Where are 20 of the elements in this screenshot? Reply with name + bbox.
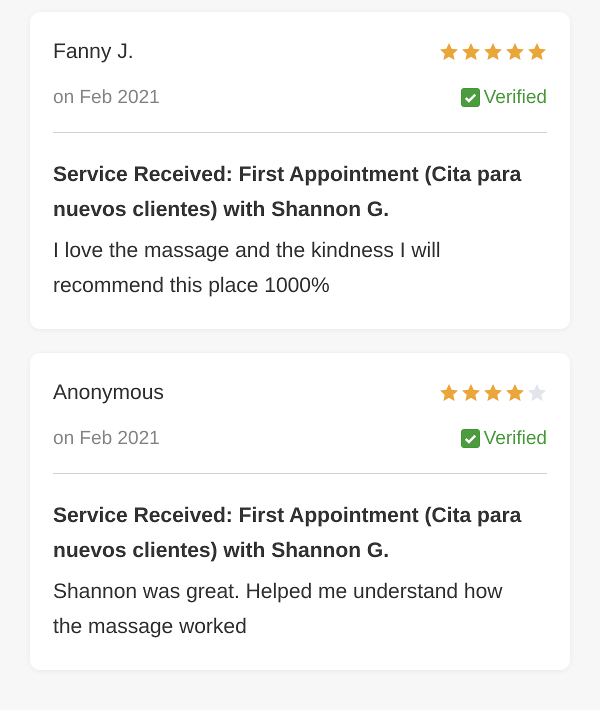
- star-icon: [527, 42, 547, 62]
- review-text: I love the massage and the kindness I will recommend this place 1000%: [53, 238, 442, 299]
- review-date: on Feb 2021: [53, 86, 160, 110]
- star-icon: [483, 42, 503, 62]
- star-icon: [505, 42, 525, 62]
- review-date: on Feb 2021: [53, 426, 160, 450]
- star-icon: [461, 382, 481, 403]
- star-icon: [505, 382, 525, 403]
- verified-label: Verified: [484, 86, 547, 110]
- star-icon: [461, 42, 481, 62]
- reviewer-name: Fanny J.: [53, 39, 134, 65]
- verified-label: Verified: [484, 426, 547, 450]
- reviewer-name: Anonymous: [53, 380, 164, 406]
- service-title: Service Received: First Appointment (Cita para nuevos clientes) with Shannon G.: [53, 503, 522, 564]
- star-icon: [439, 42, 459, 62]
- star-icon: [527, 382, 547, 403]
- star-icon: [439, 382, 459, 403]
- review-text: Shannon was great. Helped me understand how the massage worked: [53, 579, 504, 640]
- service-title: Service Received: First Appointment (Cita para nuevos clientes) with Shannon G.: [53, 162, 522, 223]
- star-icon: [483, 382, 503, 403]
